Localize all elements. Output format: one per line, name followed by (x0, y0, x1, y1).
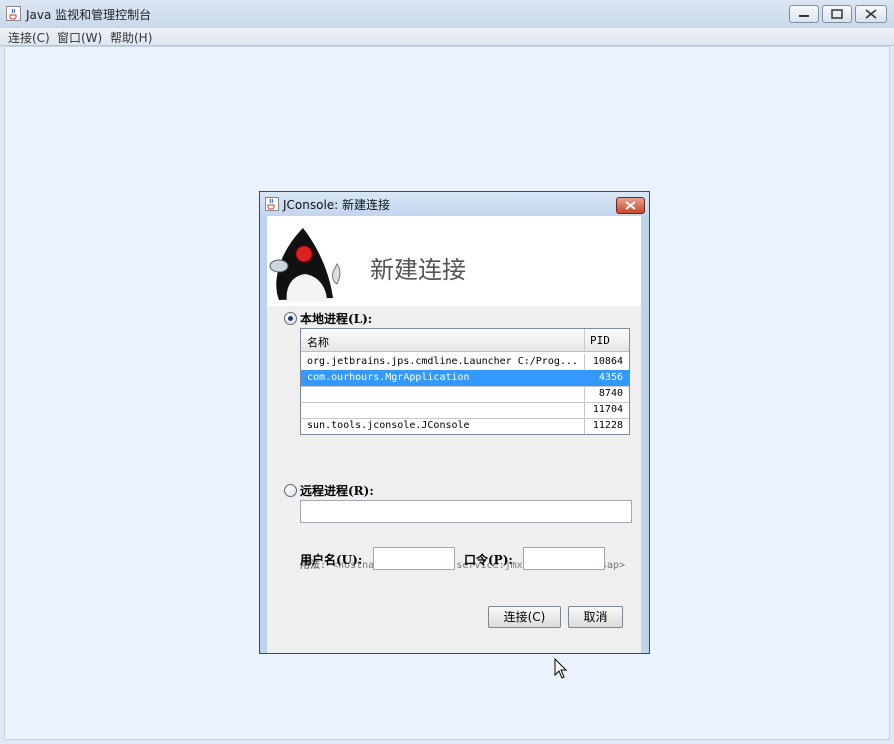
column-divider (584, 386, 585, 402)
username-input[interactable] (373, 547, 455, 570)
password-input[interactable] (523, 547, 605, 570)
table-row[interactable]: 8740 (301, 386, 629, 403)
table-row-selected[interactable]: com.ourhours.MgrApplication 4356 (301, 370, 629, 387)
table-row[interactable]: sun.tools.jconsole.JConsole 11228 (301, 418, 629, 434)
column-divider (584, 354, 585, 370)
duke-mascot-icon (269, 228, 341, 302)
local-process-radio[interactable] (284, 312, 297, 325)
close-icon (865, 9, 877, 19)
dialog-body: 新建连接 本地进程(L): 名称 PID org.jetbrains.jps.c… (267, 216, 641, 653)
column-header-name-label: 名称 (307, 336, 329, 349)
dialog-title: JConsole: 新建连接 (283, 198, 391, 212)
table-row[interactable]: org.jetbrains.jps.cmdline.Launcher C:/Pr… (301, 354, 629, 371)
remote-process-radio[interactable] (284, 484, 297, 497)
window-titlebar: Java 监视和管理控制台 (0, 0, 894, 29)
minimize-button[interactable] (789, 5, 819, 23)
remote-process-label: 远程进程(R): (300, 484, 374, 498)
column-header-pid[interactable]: PID (585, 329, 629, 352)
close-icon (625, 201, 636, 210)
process-pid: 11228 (592, 420, 623, 431)
username-label: 用户名(U): (300, 553, 363, 567)
java-cup-icon (6, 6, 21, 21)
new-connection-dialog: JConsole: 新建连接 新建连接 本地进程(L): 名称 PID org. (259, 191, 650, 654)
process-pid: 8740 (598, 388, 623, 399)
connect-button[interactable]: 连接(C) (488, 606, 561, 628)
banner-title: 新建连接 (370, 256, 466, 284)
process-pid: 11704 (592, 404, 623, 415)
process-name: sun.tools.jconsole.JConsole (307, 420, 470, 431)
restore-icon (831, 9, 843, 19)
table-row[interactable]: 11704 (301, 402, 629, 419)
remote-process-input[interactable] (300, 500, 632, 523)
menu-bar: 连接(C) 窗口(W) 帮助(H) (0, 28, 894, 46)
column-divider (584, 402, 585, 418)
process-name: org.jetbrains.jps.cmdline.Launcher C:/Pr… (307, 356, 578, 367)
dialog-close-button[interactable] (616, 197, 645, 214)
column-header-pid-label: PID (590, 334, 610, 347)
cancel-button[interactable]: 取消 (568, 606, 623, 628)
menu-window[interactable]: 窗口(W) (57, 29, 102, 46)
process-pid: 10864 (592, 356, 623, 367)
process-table: 名称 PID org.jetbrains.jps.cmdline.Launche… (300, 328, 630, 435)
column-header-name[interactable]: 名称 (301, 329, 585, 352)
maximize-button[interactable] (822, 5, 852, 23)
minimize-icon (799, 15, 809, 17)
radio-selected-dot (288, 316, 293, 321)
column-divider (584, 418, 585, 434)
close-button[interactable] (855, 5, 887, 23)
mouse-cursor-icon (554, 658, 568, 679)
java-cup-icon (265, 197, 279, 211)
process-name: com.ourhours.MgrApplication (307, 372, 470, 383)
window-title: Java 监视和管理控制台 (26, 8, 152, 22)
menu-connect[interactable]: 连接(C) (8, 29, 50, 46)
dialog-titlebar: JConsole: 新建连接 (260, 192, 649, 216)
password-label: 口令(P): (464, 553, 513, 567)
process-pid: 4356 (598, 372, 623, 383)
dialog-banner: 新建连接 (267, 216, 641, 306)
menu-help[interactable]: 帮助(H) (110, 29, 152, 46)
local-process-label: 本地进程(L): (300, 312, 373, 326)
